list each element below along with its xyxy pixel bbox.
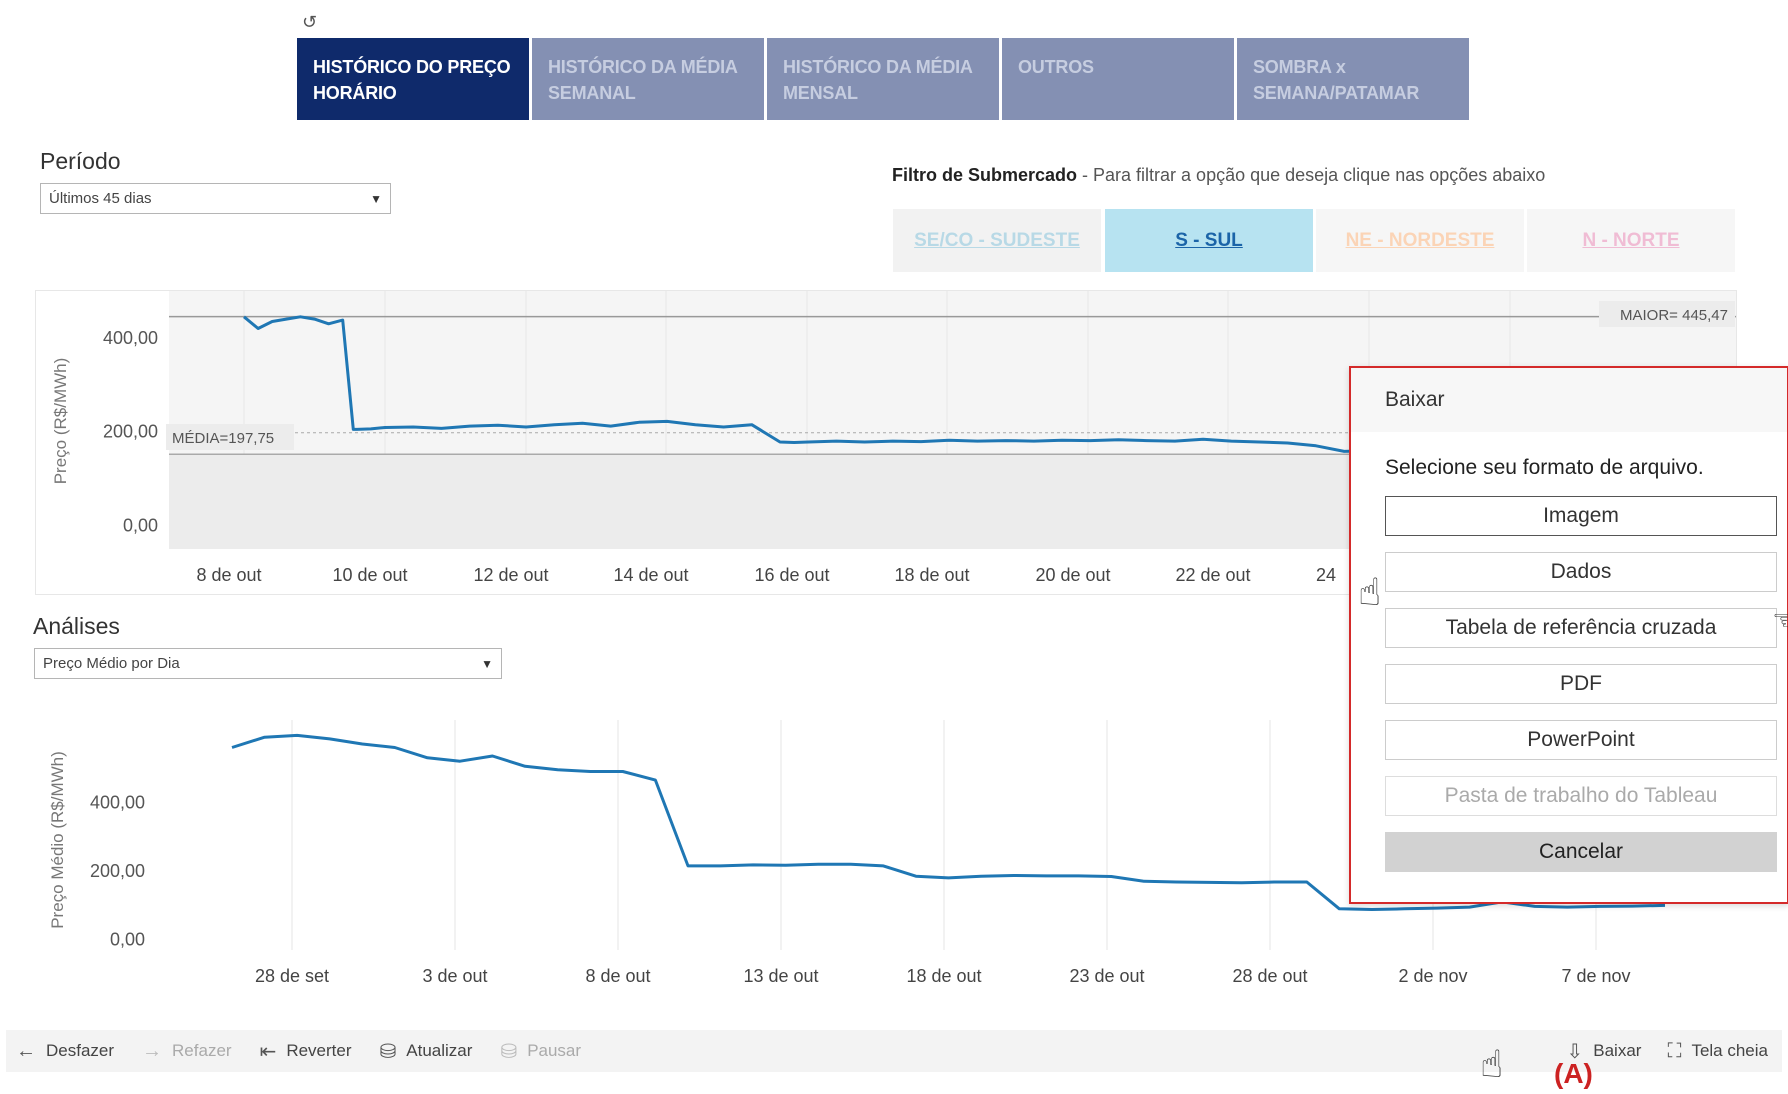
hand-pointer-icon: ☝ xyxy=(1480,1044,1504,1086)
tab-label-line2: SEMANAL xyxy=(548,83,636,103)
tab-label-line1: HISTÓRICO DO PREÇO xyxy=(313,57,511,77)
tab-label-line2: SEMANA/PATAMAR xyxy=(1253,83,1420,103)
redo-button[interactable]: → Refazer xyxy=(142,1040,232,1063)
submercado-norte-button[interactable]: N - NORTE xyxy=(1527,209,1735,272)
x-tick-label: 16 de out xyxy=(754,565,829,585)
download-dialog: Baixar Selecione seu formato de arquivo.… xyxy=(1349,366,1788,904)
redo-label: Refazer xyxy=(172,1041,232,1060)
tab-label-line2: HORÁRIO xyxy=(313,83,397,103)
analises-label: Análises xyxy=(33,613,120,639)
download-pdf-button[interactable]: PDF xyxy=(1385,664,1777,704)
pause-button[interactable]: ⛁ Pausar xyxy=(500,1039,581,1064)
database-refresh-icon: ⛁ xyxy=(379,1040,397,1063)
filtro-instructions: - Para filtrar a opção que deseja clique… xyxy=(1077,165,1546,185)
x-tick-label: 18 de out xyxy=(906,966,981,986)
download-label: Baixar xyxy=(1593,1041,1642,1060)
cancel-button[interactable]: Cancelar xyxy=(1385,832,1777,872)
tab-bar: HISTÓRICO DO PREÇO HORÁRIO HISTÓRICO DA M… xyxy=(297,38,1469,120)
undo-label: Desfazer xyxy=(46,1041,115,1060)
x-tick-label: 8 de out xyxy=(196,565,261,585)
dialog-subtitle: Selecione seu formato de arquivo. xyxy=(1385,456,1704,479)
bottom-toolbar: ← Desfazer → Refazer ⇤ Reverter ⛁ Atualizar … xyxy=(6,1030,1782,1072)
download-tableau-workbook-button[interactable]: Pasta de trabalho do Tableau xyxy=(1385,776,1777,816)
download-imagem-button[interactable]: Imagem xyxy=(1385,496,1777,536)
fullscreen-icon: ⛶ xyxy=(1667,1039,1682,1062)
undo-button[interactable]: ← Desfazer xyxy=(16,1040,114,1063)
x-tick-label: 2 de nov xyxy=(1398,966,1467,986)
caret-down-icon: ▼ xyxy=(370,191,382,206)
x-tick-label: 10 de out xyxy=(332,565,407,585)
periodo-select[interactable]: Últimos 45 dias ▼ xyxy=(40,183,391,214)
x-tick-label: 24 xyxy=(1316,565,1336,585)
tab-label-line1: OUTROS xyxy=(1018,57,1094,77)
reload-icon[interactable]: ↺ xyxy=(302,12,322,32)
submercado-sul-button[interactable]: S - SUL xyxy=(1105,209,1313,272)
tab-label-line2: MENSAL xyxy=(783,83,858,103)
arrow-left-icon: ← xyxy=(16,1039,36,1062)
x-tick-label: 14 de out xyxy=(613,565,688,585)
x-tick-label: 28 de set xyxy=(255,966,329,986)
x-tick-label: 20 de out xyxy=(1035,565,1110,585)
refresh-button[interactable]: ⛁ Atualizar xyxy=(380,1039,473,1064)
fullscreen-label: Tela cheia xyxy=(1691,1041,1768,1060)
fullscreen-button[interactable]: ⛶ Tela cheia xyxy=(1667,1040,1768,1063)
revert-button[interactable]: ⇤ Reverter xyxy=(260,1039,352,1064)
tab-outros[interactable]: OUTROS xyxy=(1002,38,1234,120)
tab-historico-media-semanal[interactable]: HISTÓRICO DA MÉDIA SEMANAL xyxy=(532,38,764,120)
filtro-submercado-text: Filtro de Submercado - Para filtrar a op… xyxy=(892,165,1545,186)
revert-label: Reverter xyxy=(286,1041,352,1060)
analises-value: Preço Médio por Dia xyxy=(43,655,180,672)
pause-label: Pausar xyxy=(527,1041,582,1060)
y-tick-label: 400,00 xyxy=(103,328,158,348)
analises-select[interactable]: Preço Médio por Dia ▼ xyxy=(34,648,502,679)
caret-down-icon: ▼ xyxy=(481,656,493,671)
x-tick-label: 13 de out xyxy=(743,966,818,986)
y-tick-label: 200,00 xyxy=(90,861,145,881)
chart2-ylabel: Preço Médio (R$/MWh) xyxy=(48,751,67,929)
x-tick-label: 18 de out xyxy=(894,565,969,585)
download-powerpoint-button[interactable]: PowerPoint xyxy=(1385,720,1777,760)
hand-pointer-icon: ☜ xyxy=(1772,604,1788,637)
x-tick-label: 8 de out xyxy=(585,966,650,986)
chart1-ylabel: Preço (R$/MWh) xyxy=(51,358,70,485)
x-tick-label: 22 de out xyxy=(1175,565,1250,585)
x-tick-label: 23 de out xyxy=(1069,966,1144,986)
x-tick-label: 3 de out xyxy=(422,966,487,986)
database-pause-icon: ⛁ xyxy=(500,1040,518,1063)
arrow-right-icon: → xyxy=(142,1039,163,1062)
y-tick-label: 200,00 xyxy=(103,422,158,442)
x-tick-label: 12 de out xyxy=(473,565,548,585)
revert-icon: ⇤ xyxy=(259,1040,277,1063)
x-tick-label: 7 de nov xyxy=(1561,966,1630,986)
x-tick-label: 28 de out xyxy=(1232,966,1307,986)
tab-sombra-semana-patamar[interactable]: SOMBRA x SEMANA/PATAMAR xyxy=(1237,38,1469,120)
periodo-label: Período xyxy=(40,148,121,174)
annotation-a-label: (A) xyxy=(1554,1058,1593,1089)
filtro-title: Filtro de Submercado xyxy=(892,165,1078,185)
periodo-value: Últimos 45 dias xyxy=(49,190,152,207)
dialog-title: Baixar xyxy=(1351,368,1787,432)
hand-pointer-icon: ☝ xyxy=(1358,572,1382,614)
tab-historico-media-mensal[interactable]: HISTÓRICO DA MÉDIA MENSAL xyxy=(767,38,999,120)
download-tabela-button[interactable]: Tabela de referência cruzada xyxy=(1385,608,1777,648)
y-tick-label: 0,00 xyxy=(123,516,158,536)
tab-label-line1: SOMBRA x xyxy=(1253,57,1346,77)
refresh-label: Atualizar xyxy=(406,1041,473,1060)
y-tick-label: 0,00 xyxy=(110,930,145,950)
tab-label-line1: HISTÓRICO DA MÉDIA xyxy=(783,57,973,77)
y-tick-label: 400,00 xyxy=(90,792,145,812)
maior-annotation: MAIOR= 445,47 xyxy=(1620,307,1728,324)
tab-historico-preco-horario[interactable]: HISTÓRICO DO PREÇO HORÁRIO xyxy=(297,38,529,120)
download-dados-button[interactable]: Dados xyxy=(1385,552,1777,592)
tab-label-line1: HISTÓRICO DA MÉDIA xyxy=(548,57,738,77)
media-annotation: MÉDIA=197,75 xyxy=(172,430,274,447)
submercado-sudeste-button[interactable]: SE/CO - SUDESTE xyxy=(893,209,1101,272)
submercado-nordeste-button[interactable]: NE - NORDESTE xyxy=(1316,209,1524,272)
